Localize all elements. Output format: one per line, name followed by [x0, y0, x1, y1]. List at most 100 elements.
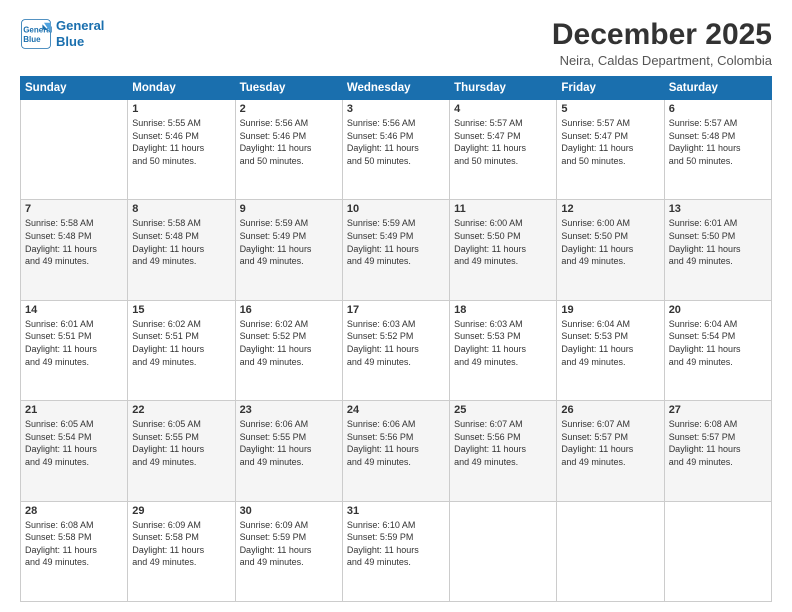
day-info: Sunrise: 6:09 AM Sunset: 5:58 PM Dayligh…: [132, 519, 230, 569]
calendar-table: Sunday Monday Tuesday Wednesday Thursday…: [20, 76, 772, 602]
col-sunday: Sunday: [21, 77, 128, 100]
table-row: 21Sunrise: 6:05 AM Sunset: 5:54 PM Dayli…: [21, 401, 128, 501]
svg-text:Blue: Blue: [23, 35, 41, 44]
header: General Blue General Blue December 2025 …: [20, 18, 772, 68]
day-number: 15: [132, 304, 230, 316]
day-number: 13: [669, 203, 767, 215]
day-info: Sunrise: 5:59 AM Sunset: 5:49 PM Dayligh…: [347, 217, 445, 267]
day-number: 24: [347, 404, 445, 416]
day-number: 23: [240, 404, 338, 416]
day-info: Sunrise: 6:05 AM Sunset: 5:55 PM Dayligh…: [132, 418, 230, 468]
day-info: Sunrise: 6:02 AM Sunset: 5:52 PM Dayligh…: [240, 318, 338, 368]
day-number: 7: [25, 203, 123, 215]
main-title: December 2025: [552, 18, 772, 51]
table-row: 15 Sunrise: 6:02 AM Sunset: 5:51 PM Dayli…: [128, 300, 235, 400]
day-info: Sunrise: 6:02 AM Sunset: 5:51 PM Dayligh…: [132, 318, 230, 368]
day-number: 12: [561, 203, 659, 215]
day-number: 22: [132, 404, 230, 416]
logo-icon: General Blue: [20, 18, 52, 50]
table-row: 31Sunrise: 6:10 AM Sunset: 5:59 PM Dayli…: [342, 501, 449, 601]
table-row: 18Sunrise: 6:03 AM Sunset: 5:53 PM Dayli…: [450, 300, 557, 400]
day-info: Sunrise: 6:06 AM Sunset: 5:55 PM Dayligh…: [240, 418, 338, 468]
calendar-header-row: Sunday Monday Tuesday Wednesday Thursday…: [21, 77, 772, 100]
table-row: 24 Sunrise: 6:06 AM Sunset: 5:56 PM Dayli…: [342, 401, 449, 501]
table-row: 19 Sunrise: 6:04 AM Sunset: 5:53 PM Dayli…: [557, 300, 664, 400]
day-info: Sunrise: 5:56 AM Sunset: 5:46 PM Dayligh…: [240, 117, 338, 167]
page: General Blue General Blue December 2025 …: [0, 0, 792, 612]
day-info: Sunrise: 5:57 AM Sunset: 5:48 PM Dayligh…: [669, 117, 767, 167]
table-row: 11 Sunrise: 6:00 AM Sunset: 5:50 PM Dayli…: [450, 200, 557, 300]
day-number: 8: [132, 203, 230, 215]
table-row: 26 Sunrise: 6:07 AM Sunset: 5:57 PM Dayli…: [557, 401, 664, 501]
day-info: Sunrise: 5:56 AM Sunset: 5:46 PM Dayligh…: [347, 117, 445, 167]
table-row: 22 Sunrise: 6:05 AM Sunset: 5:55 PM Dayli…: [128, 401, 235, 501]
table-row: [21, 100, 128, 200]
col-thursday: Thursday: [450, 77, 557, 100]
logo-line2: Blue: [56, 34, 104, 50]
table-row: 27 Sunrise: 6:08 AM Sunset: 5:57 PM Dayli…: [664, 401, 771, 501]
table-row: 5Sunrise: 5:57 AM Sunset: 5:47 PM Daylig…: [557, 100, 664, 200]
table-row: 25 Sunrise: 6:07 AM Sunset: 5:56 PM Dayli…: [450, 401, 557, 501]
table-row: 20 Sunrise: 6:04 AM Sunset: 5:54 PM Dayli…: [664, 300, 771, 400]
table-row: [664, 501, 771, 601]
day-number: 9: [240, 203, 338, 215]
calendar-week-1: 1Sunrise: 5:55 AM Sunset: 5:46 PM Daylig…: [21, 100, 772, 200]
day-info: Sunrise: 6:04 AM Sunset: 5:54 PM Dayligh…: [669, 318, 767, 368]
day-number: 14: [25, 304, 123, 316]
day-number: 6: [669, 103, 767, 115]
day-number: 27: [669, 404, 767, 416]
day-info: Sunrise: 6:05 AM Sunset: 5:54 PM Dayligh…: [25, 418, 123, 468]
calendar-week-2: 7 Sunrise: 5:58 AM Sunset: 5:48 PM Daylig…: [21, 200, 772, 300]
table-row: [557, 501, 664, 601]
day-number: 28: [25, 505, 123, 517]
table-row: [450, 501, 557, 601]
day-info: Sunrise: 6:01 AM Sunset: 5:50 PM Dayligh…: [669, 217, 767, 267]
day-info: Sunrise: 6:03 AM Sunset: 5:52 PM Dayligh…: [347, 318, 445, 368]
col-tuesday: Tuesday: [235, 77, 342, 100]
logo-text: General Blue: [56, 18, 104, 49]
day-number: 5: [561, 103, 659, 115]
day-info: Sunrise: 6:08 AM Sunset: 5:57 PM Dayligh…: [669, 418, 767, 468]
day-info: Sunrise: 5:57 AM Sunset: 5:47 PM Dayligh…: [454, 117, 552, 167]
day-number: 19: [561, 304, 659, 316]
day-number: 1: [132, 103, 230, 115]
logo-line1: General: [56, 18, 104, 34]
day-number: 26: [561, 404, 659, 416]
col-monday: Monday: [128, 77, 235, 100]
day-info: Sunrise: 6:07 AM Sunset: 5:56 PM Dayligh…: [454, 418, 552, 468]
day-number: 17: [347, 304, 445, 316]
day-info: Sunrise: 5:59 AM Sunset: 5:49 PM Dayligh…: [240, 217, 338, 267]
logo: General Blue General Blue: [20, 18, 104, 50]
table-row: 3Sunrise: 5:56 AM Sunset: 5:46 PM Daylig…: [342, 100, 449, 200]
day-number: 2: [240, 103, 338, 115]
sub-title: Neira, Caldas Department, Colombia: [552, 53, 772, 68]
table-row: 12 Sunrise: 6:00 AM Sunset: 5:50 PM Dayli…: [557, 200, 664, 300]
day-info: Sunrise: 6:03 AM Sunset: 5:53 PM Dayligh…: [454, 318, 552, 368]
day-info: Sunrise: 6:06 AM Sunset: 5:56 PM Dayligh…: [347, 418, 445, 468]
day-number: 10: [347, 203, 445, 215]
table-row: 2 Sunrise: 5:56 AM Sunset: 5:46 PM Daylig…: [235, 100, 342, 200]
day-info: Sunrise: 6:00 AM Sunset: 5:50 PM Dayligh…: [454, 217, 552, 267]
table-row: 28Sunrise: 6:08 AM Sunset: 5:58 PM Dayli…: [21, 501, 128, 601]
col-wednesday: Wednesday: [342, 77, 449, 100]
day-info: Sunrise: 6:07 AM Sunset: 5:57 PM Dayligh…: [561, 418, 659, 468]
table-row: 14Sunrise: 6:01 AM Sunset: 5:51 PM Dayli…: [21, 300, 128, 400]
title-block: December 2025 Neira, Caldas Department, …: [552, 18, 772, 68]
day-info: Sunrise: 6:04 AM Sunset: 5:53 PM Dayligh…: [561, 318, 659, 368]
day-number: 20: [669, 304, 767, 316]
table-row: 29 Sunrise: 6:09 AM Sunset: 5:58 PM Dayli…: [128, 501, 235, 601]
table-row: 1Sunrise: 5:55 AM Sunset: 5:46 PM Daylig…: [128, 100, 235, 200]
day-info: Sunrise: 5:58 AM Sunset: 5:48 PM Dayligh…: [25, 217, 123, 267]
day-number: 25: [454, 404, 552, 416]
table-row: 16Sunrise: 6:02 AM Sunset: 5:52 PM Dayli…: [235, 300, 342, 400]
day-info: Sunrise: 6:00 AM Sunset: 5:50 PM Dayligh…: [561, 217, 659, 267]
table-row: 7 Sunrise: 5:58 AM Sunset: 5:48 PM Daylig…: [21, 200, 128, 300]
day-number: 29: [132, 505, 230, 517]
calendar-week-4: 21Sunrise: 6:05 AM Sunset: 5:54 PM Dayli…: [21, 401, 772, 501]
table-row: 6 Sunrise: 5:57 AM Sunset: 5:48 PM Daylig…: [664, 100, 771, 200]
day-number: 11: [454, 203, 552, 215]
table-row: 13 Sunrise: 6:01 AM Sunset: 5:50 PM Dayli…: [664, 200, 771, 300]
table-row: 10 Sunrise: 5:59 AM Sunset: 5:49 PM Dayli…: [342, 200, 449, 300]
day-number: 4: [454, 103, 552, 115]
day-info: Sunrise: 5:58 AM Sunset: 5:48 PM Dayligh…: [132, 217, 230, 267]
